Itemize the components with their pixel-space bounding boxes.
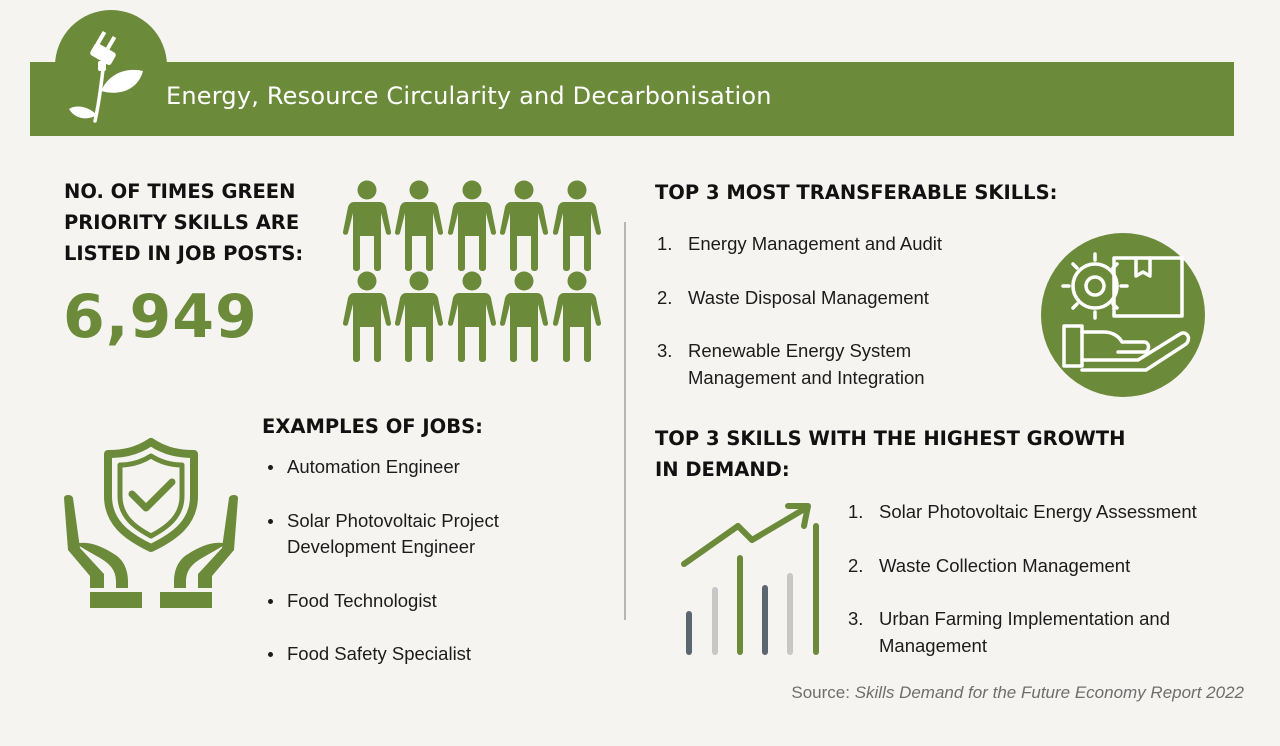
source-title: Skills Demand for the Future Economy Rep… [854, 683, 1244, 702]
stat-heading-line: PRIORITY SKILLS ARE [64, 211, 300, 234]
column-divider [624, 222, 626, 620]
list-item: 3. Renewable Energy System Management an… [657, 338, 942, 391]
list-item-text: Food Safety Specialist [287, 643, 472, 664]
list-item-text: Food Technologist [287, 589, 437, 611]
source-label: Source: [791, 683, 850, 702]
stat-heading: NO. OF TIMES GREEN PRIORITY SKILLS ARE L… [64, 176, 303, 269]
jobs-heading: EXAMPLES OF JOBS: [262, 415, 483, 438]
stat-value: 6,949 [63, 282, 258, 352]
list-item-text: Waste Collection Management [879, 554, 1131, 576]
list-item-text: Solar Photovoltaic Energy Assessment [879, 501, 1197, 522]
list-item-number: 2. [657, 286, 673, 308]
stat-heading-line: NO. OF TIMES GREEN [64, 180, 296, 203]
list-item: 3. Urban Farming Implementation and Mana… [848, 606, 1197, 659]
list-item-text: Waste Disposal Management [688, 286, 929, 308]
growth-list: 1. Solar Photovoltaic Energy Assessment … [848, 499, 1197, 659]
list-item: 1. Energy Management and Audit [657, 231, 942, 258]
list-item: Food Safety Specialist [262, 641, 499, 668]
list-item-text: Solar Photovoltaic Project [287, 509, 499, 531]
list-item-text: Urban Farming Implementation and [879, 608, 1171, 629]
jobs-list: Automation Engineer Solar Photovoltaic P… [262, 454, 499, 668]
source-citation: Source: Skills Demand for the Future Eco… [791, 683, 1244, 703]
list-item-number: 3. [657, 340, 673, 361]
growth-heading-line: TOP 3 SKILLS WITH THE HIGHEST GROWTH [655, 427, 1126, 450]
list-item-text: Automation Engineer [287, 456, 460, 477]
list-item-text: Energy Management and Audit [688, 233, 943, 254]
page-title: Energy, Resource Circularity and Decarbo… [166, 82, 772, 110]
list-item-text: Management and Integration [688, 366, 925, 388]
list-item: 2. Waste Disposal Management [657, 285, 942, 312]
transferable-list: 1. Energy Management and Audit 2. Waste … [657, 231, 942, 391]
list-item: 2. Waste Collection Management [848, 553, 1197, 580]
list-item: 1. Solar Photovoltaic Energy Assessment [848, 499, 1197, 526]
list-item-text: Management [879, 634, 987, 656]
list-item: Automation Engineer [262, 454, 499, 481]
list-item-text: Development Engineer [287, 536, 476, 557]
shield-hands-icon [64, 438, 238, 608]
list-item: Solar Photovoltaic Project Development E… [262, 508, 499, 561]
people-icon [343, 180, 602, 362]
growth-chart-icon [681, 503, 819, 655]
plug-leaf-icon [55, 10, 167, 136]
list-item-number: 1. [848, 501, 864, 522]
growth-heading: TOP 3 SKILLS WITH THE HIGHEST GROWTH IN … [655, 423, 1125, 485]
list-item-number: 1. [657, 233, 673, 254]
growth-heading-line: IN DEMAND: [655, 458, 790, 481]
list-item-text: Renewable Energy System [688, 340, 912, 361]
transferable-heading: TOP 3 MOST TRANSFERABLE SKILLS: [655, 181, 1058, 204]
list-item-number: 2. [848, 554, 864, 576]
list-item-number: 3. [848, 608, 864, 629]
gear-box-hand-icon [1041, 233, 1205, 397]
stat-heading-line: LISTED IN JOB POSTS: [64, 242, 304, 265]
list-item: Food Technologist [262, 588, 499, 615]
